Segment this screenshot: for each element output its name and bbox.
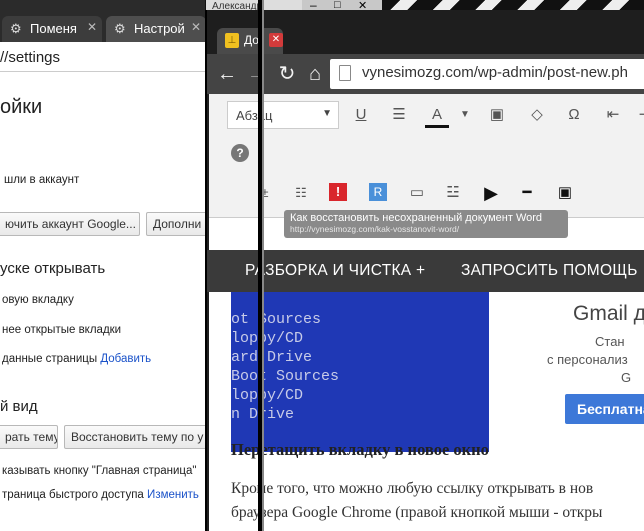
gear-icon: ⚙: [114, 21, 126, 36]
gear-icon: ⚙: [10, 21, 22, 36]
ad-line: G: [621, 370, 632, 385]
bios-line: ard Drive: [231, 349, 313, 366]
address-bar[interactable]: //settings: [0, 42, 210, 72]
signed-in-text: шли в аккаунт: [4, 174, 80, 186]
tab-editor[interactable]: ⊥ До ✕: [217, 28, 283, 54]
video-icon[interactable]: ▣: [553, 182, 577, 204]
omega-icon[interactable]: Ω: [562, 104, 586, 126]
startup-new-tab[interactable]: овую вкладку: [2, 294, 74, 306]
appearance-heading: й вид: [0, 398, 38, 415]
tab-settings-1[interactable]: ⚙ Поменя ✕: [2, 16, 102, 42]
settings-window: ⚙ Поменя ✕ ⚙ Настрой ✕ //settings ойки ш…: [0, 0, 210, 531]
omnibox[interactable]: vynesimozg.com/wp-admin/post-new.ph: [330, 59, 644, 89]
justify-icon[interactable]: ☰: [387, 104, 411, 126]
window-icon[interactable]: ▭: [405, 182, 429, 204]
paragraph-format-value: Абзац: [236, 108, 273, 123]
advanced-sync-button[interactable]: Дополни: [146, 212, 210, 236]
bios-line: ot Sources: [231, 311, 322, 328]
disconnect-account-button[interactable]: ючить аккаунт Google...: [0, 212, 140, 236]
bios-screenshot: ot Sources loppy/CD ard Drive Boot Sources l…: [231, 292, 489, 452]
change-link[interactable]: Изменить: [147, 489, 199, 501]
ad-line: с персонализ: [547, 352, 628, 367]
startup-last-tabs[interactable]: нее открытые вкладки: [2, 324, 121, 336]
play-icon[interactable]: ▶: [479, 182, 503, 204]
startup-pages-label: данные страницы: [2, 353, 98, 365]
plugin-icon[interactable]: R: [369, 183, 387, 201]
address-text: //settings: [0, 49, 61, 66]
omnibox-text: vynesimozg.com/wp-admin/post-new.ph: [362, 64, 628, 81]
quick-access-label: траница быстрого доступа: [2, 489, 144, 501]
tab-strip: ⚙ Поменя ✕ ⚙ Настрой ✕: [0, 0, 210, 42]
show-home-button-option[interactable]: казывать кнопку "Главная страница": [2, 465, 196, 477]
page-title: ойки: [0, 96, 43, 118]
close-icon[interactable]: ✕: [191, 20, 201, 34]
choose-theme-button[interactable]: рать тему: [0, 425, 58, 449]
forward-icon[interactable]: →: [245, 62, 269, 86]
add-pages-link[interactable]: Добавить: [100, 353, 151, 365]
page-icon: [339, 65, 351, 81]
tab-settings-2[interactable]: ⚙ Настрой ✕: [106, 16, 206, 42]
close-icon[interactable]: ✕: [87, 20, 97, 34]
home-icon[interactable]: ⌂: [303, 62, 327, 86]
eraser-icon[interactable]: ◇: [525, 104, 549, 126]
article-text: браузера Google Chrome (правой кнопкой м…: [231, 504, 603, 521]
article-heading: Перетащить вкладку в новое окно: [231, 440, 489, 459]
tab-label: До: [244, 33, 259, 47]
paste-text-icon[interactable]: ▣: [485, 104, 509, 126]
text-color-icon[interactable]: A: [425, 104, 449, 128]
bios-line: Boot Sources: [231, 368, 340, 385]
help-icon[interactable]: ?: [231, 144, 249, 162]
ad-title: Gmail д: [573, 302, 644, 325]
tooltip-title: Как восстановить несохраненный документ …: [290, 212, 543, 224]
tab-label: Настрой: [134, 21, 185, 36]
paragraph-format-select[interactable]: Абзац ▼: [227, 101, 339, 129]
nav-item-help[interactable]: ЗАПРОСИТЬ ПОМОЩЬ: [461, 262, 638, 280]
close-icon[interactable]: ✕: [269, 33, 283, 47]
bookmark-icon: ⊥: [225, 33, 239, 48]
ad-cta-button[interactable]: Бесплатна: [565, 394, 644, 424]
link-tooltip: Как восстановить несохраненный документ …: [284, 210, 568, 238]
underline-icon[interactable]: U: [349, 104, 373, 126]
nav-item-cleaning[interactable]: РАЗБОРКА И ЧИСТКА +: [245, 262, 425, 280]
divider: [262, 0, 264, 531]
startup-pages[interactable]: данные страницы Добавить: [2, 353, 151, 365]
plus-icon[interactable]: ±: [253, 182, 277, 204]
chevron-down-icon: ▼: [322, 108, 332, 119]
reload-icon[interactable]: ↻: [275, 62, 299, 86]
slider-icon[interactable]: ━: [515, 182, 539, 204]
back-icon[interactable]: ←: [215, 62, 239, 86]
startup-heading: уске открывать: [0, 260, 106, 277]
browser-toolbar: ← → ↻ ⌂ vynesimozg.com/wp-admin/post-new…: [207, 54, 644, 94]
editor-window: ⊥ До ✕ ← → ↻ ⌂ vynesimozg.com/wp-admin/p…: [205, 10, 644, 531]
bios-line: loppy/CD: [231, 330, 304, 347]
ad-line: Стан: [595, 334, 625, 349]
chevron-down-icon[interactable]: ▼: [453, 104, 477, 126]
table-icon[interactable]: ☳: [441, 182, 465, 204]
quick-access-option: траница быстрого доступа Изменить: [2, 489, 199, 501]
article-text: Кроме того, что можно любую ссылку откры…: [231, 480, 594, 497]
bios-line: n Drive: [231, 406, 295, 423]
site-nav-bar: РАЗБОРКА И ЧИСТКА + ЗАПРОСИТЬ ПОМОЩЬ: [207, 250, 644, 292]
alert-icon[interactable]: !: [329, 183, 347, 201]
list-icon[interactable]: ☷: [289, 182, 313, 204]
outdent-icon[interactable]: ⇤: [601, 104, 625, 126]
restore-theme-button[interactable]: Восстановить тему по у: [64, 425, 210, 449]
gmail-ad[interactable]: Gmail д Стан с персонализ G Бесплатна: [519, 292, 644, 452]
tab-label: Поменя: [30, 21, 77, 36]
indent-icon[interactable]: ⇥: [633, 104, 644, 126]
wysiwyg-toolbar: Абзац ▼ U ☰ A ▼ ▣ ◇ Ω ⇤ ⇥ ? ± ☷ ! R ▭ ☳ …: [209, 94, 644, 218]
tooltip-url: http://vynesimozg.com/kak-vosstanovit-wo…: [290, 224, 460, 234]
bios-line: loppy/CD: [231, 387, 304, 404]
